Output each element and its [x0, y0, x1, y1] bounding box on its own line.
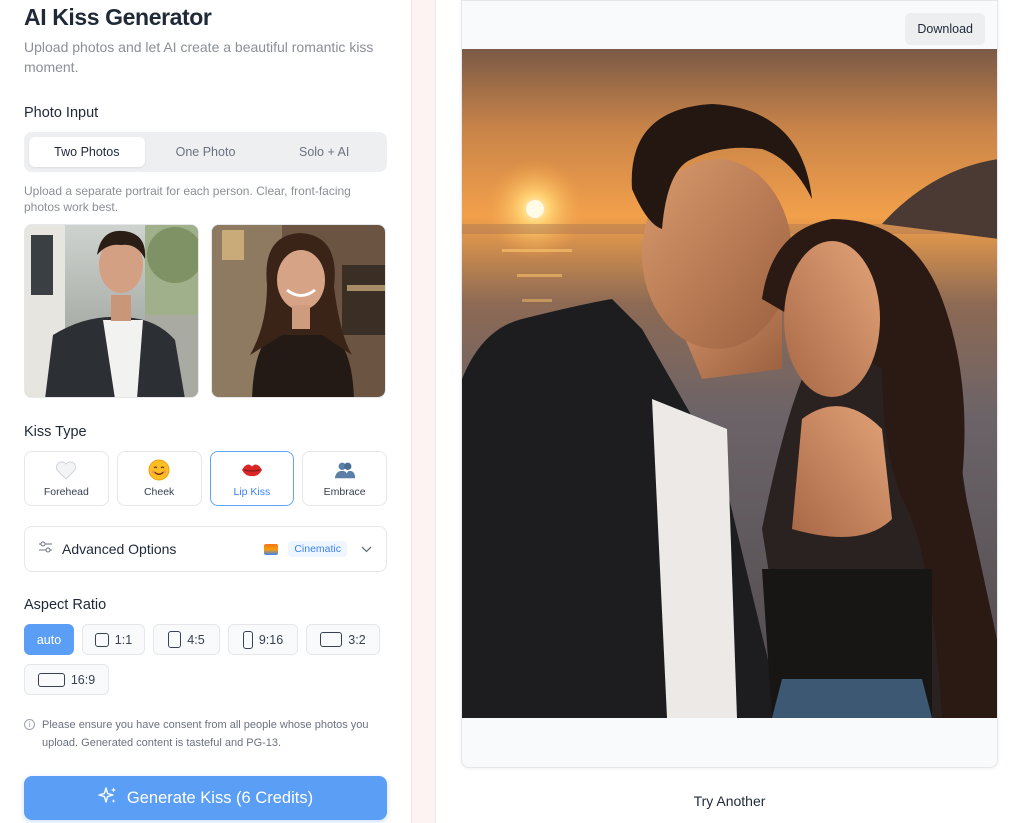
person-one-image — [25, 225, 198, 397]
kiss-option-label: Forehead — [43, 485, 89, 498]
ratio-label: 16:9 — [70, 672, 96, 687]
chevron-down-icon — [361, 540, 372, 558]
sparkles-icon — [98, 786, 118, 811]
tab-one-photo[interactable]: One Photo — [148, 137, 264, 167]
white-heart-icon — [55, 460, 77, 480]
kiss-option-forehead[interactable]: Forehead — [24, 451, 109, 506]
generated-image — [462, 49, 997, 718]
panel-divider — [411, 0, 436, 823]
couple-icon — [334, 460, 356, 480]
generate-button[interactable]: Generate Kiss (6 Credits) — [24, 776, 387, 820]
person-two-image — [212, 225, 385, 397]
person-one-photo[interactable] — [24, 224, 199, 398]
tall-shape-icon — [242, 630, 253, 649]
result-toolbar: Download — [462, 0, 997, 49]
ratio-1-1[interactable]: 1:1 — [82, 624, 145, 655]
ratio-label: 3:2 — [348, 632, 366, 647]
tab-two-photos[interactable]: Two Photos — [29, 137, 145, 167]
kiss-type-label: Kiss Type — [24, 424, 87, 440]
generate-button-label: Generate Kiss (6 Credits) — [126, 788, 314, 807]
ratio-4-5[interactable]: 4:5 — [153, 624, 220, 655]
try-another-button[interactable]: Try Another — [461, 793, 998, 809]
smiling-face-icon — [148, 459, 170, 480]
info-icon: i — [24, 719, 35, 730]
kiss-result-image — [462, 49, 997, 718]
kiss-option-label: Cheek — [143, 485, 175, 498]
square-shape-icon — [94, 632, 109, 647]
advanced-options-toggle[interactable]: Advanced Options Cinematic — [24, 526, 387, 572]
tab-solo-ai[interactable]: Solo + AI — [266, 137, 382, 167]
landscape-shape-icon — [320, 632, 343, 647]
kiss-option-embrace[interactable]: Embrace — [302, 451, 387, 506]
photo-input-hint: Upload a separate portrait for each pers… — [24, 184, 351, 214]
ratio-auto[interactable]: auto — [24, 624, 74, 655]
aspect-ratio-label: Aspect Ratio — [24, 597, 107, 613]
ratio-label: 1:1 — [114, 632, 133, 647]
ratio-16-9[interactable]: 16:9 — [24, 664, 109, 695]
ratio-label: auto — [36, 632, 62, 647]
kiss-option-label: Embrace — [323, 485, 366, 498]
ratio-label: 9:16 — [258, 632, 284, 647]
kiss-type-options: Forehead Cheek Lip Kiss Embrace — [24, 451, 387, 506]
kiss-option-cheek[interactable]: Cheek — [116, 451, 202, 506]
sunset-icon — [264, 543, 279, 555]
ratio-9-16[interactable]: 9:16 — [228, 624, 298, 655]
photo-input-label: Photo Input — [24, 105, 99, 121]
download-button[interactable]: Download — [905, 13, 985, 45]
consent-text: Please ensure you have consent from all … — [42, 719, 369, 749]
ratio-3-2[interactable]: 3:2 — [306, 624, 380, 655]
consent-notice: i Please ensure you have consent from al… — [24, 716, 384, 752]
person-two-photo[interactable] — [211, 224, 386, 398]
page-title: AI Kiss Generator — [24, 4, 212, 30]
sliders-icon — [39, 540, 52, 558]
kiss-option-lip-kiss[interactable]: Lip Kiss — [209, 451, 295, 506]
photo-input-mode-tabs: Two Photos One Photo Solo + AI — [24, 132, 387, 172]
result-card: Download — [461, 0, 998, 768]
result-panel: Download Try Another — [437, 0, 1021, 823]
ratio-label: 4:5 — [187, 632, 205, 647]
generator-panel: AI Kiss Generator Upload photos and let … — [0, 0, 411, 823]
kiss-option-label: Lip Kiss — [233, 485, 271, 498]
kiss-lips-icon — [241, 460, 263, 480]
page-subtitle: Upload photos and let AI create a beauti… — [24, 39, 374, 75]
advanced-options-label: Advanced Options — [62, 541, 177, 557]
style-badge: Cinematic — [288, 541, 347, 557]
wide-shape-icon — [37, 672, 65, 687]
portrait-shape-icon — [168, 631, 182, 648]
